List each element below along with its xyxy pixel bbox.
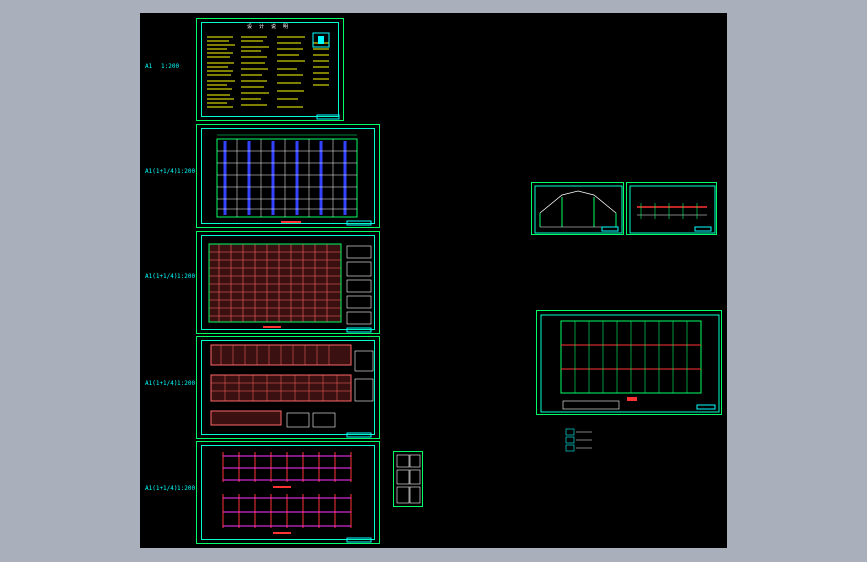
notes-drawing — [207, 32, 340, 120]
sheet-1-scale-label: 1:200 — [161, 63, 180, 70]
sheet-4-size-label: A1(1+1/4) — [145, 380, 178, 387]
sheet-2-scale-label: 1:200 — [177, 168, 196, 175]
sheet-design-notes[interactable]: 设 计 说 明 — [196, 18, 344, 121]
small-detail-drawing — [396, 454, 421, 504]
frame-section-b-drawing — [629, 185, 716, 234]
sheet-frame-section-b[interactable] — [626, 182, 717, 235]
small-detail-sheet[interactable] — [393, 451, 423, 507]
sheet-beam-layout[interactable] — [196, 441, 380, 544]
sheet-foundation-plan[interactable] — [536, 310, 722, 415]
sheet-2-size-label: A1(1+1/4) — [145, 168, 178, 175]
roof-plan-drawing — [216, 134, 372, 226]
sheet-5-size-label: A1(1+1/4) — [145, 485, 178, 492]
sheet-purlin-plan[interactable] — [196, 231, 380, 334]
sheet-4-scale-label: 1:200 — [177, 380, 196, 387]
sheet-3-size-label: A1(1+1/4) — [145, 273, 178, 280]
elevations-drawing — [210, 344, 374, 438]
beam-layout-drawing — [222, 452, 372, 543]
cad-model-space[interactable]: A1 1:200 A1(1+1/4) 1:200 A1(1+1/4) 1:200… — [140, 13, 727, 548]
legend-drawing — [565, 428, 592, 452]
sheet-frame-section-a[interactable] — [531, 182, 624, 235]
purlin-plan-drawing — [208, 243, 372, 333]
sheet-roof-plan[interactable] — [196, 124, 380, 228]
sheet-5-scale-label: 1:200 — [177, 485, 196, 492]
frame-section-a-drawing — [534, 185, 623, 234]
small-legend-block[interactable] — [564, 427, 594, 453]
foundation-plan-drawing — [540, 314, 720, 413]
sheet-1-size-label: A1 — [145, 63, 153, 70]
sheet-3-scale-label: 1:200 — [177, 273, 196, 280]
sheet-elevations[interactable] — [196, 336, 380, 439]
